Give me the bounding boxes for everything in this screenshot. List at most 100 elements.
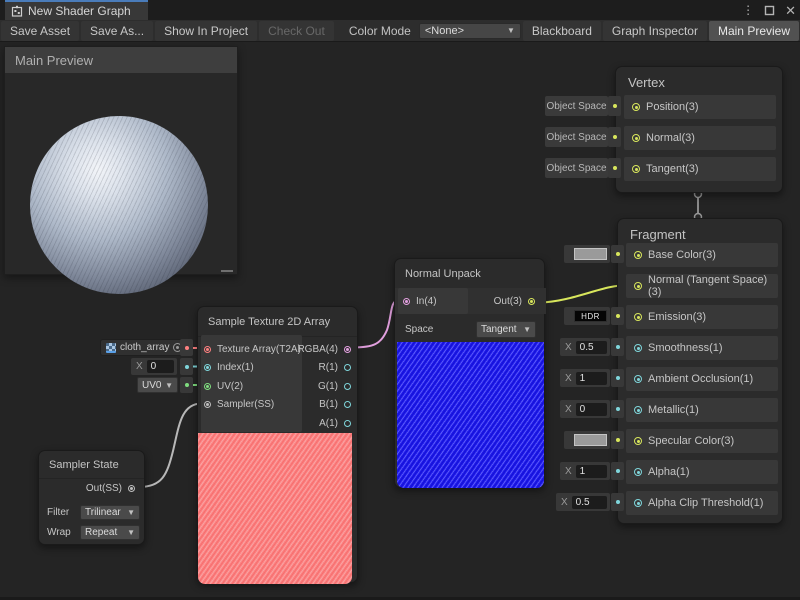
port-index[interactable] — [204, 364, 211, 371]
main-preview-toggle-button[interactable]: Main Preview — [709, 21, 799, 41]
resize-handle[interactable] — [221, 270, 233, 272]
fragment-row-alpha-clip[interactable]: Alpha Clip Threshold(1) — [626, 491, 778, 515]
ambient-occlusion-port-stub — [611, 369, 624, 387]
show-in-project-button[interactable]: Show In Project — [155, 21, 257, 41]
main-preview-header[interactable]: Main Preview — [5, 47, 237, 73]
port-sampler[interactable] — [204, 401, 211, 408]
port-uv[interactable] — [204, 383, 211, 390]
vertex-row-position[interactable]: Position(3) — [624, 95, 776, 119]
normal-unpack-in-row[interactable]: In(4) — [398, 288, 468, 314]
port-tangent[interactable] — [632, 165, 640, 173]
port-smoothness[interactable] — [634, 344, 642, 352]
tangent-space-port-stub — [608, 158, 621, 178]
position-space-selector[interactable]: Object Space — [545, 96, 608, 116]
port-texture-array[interactable] — [204, 346, 211, 353]
metallic-value-field[interactable]: X 0 — [560, 400, 610, 418]
fragment-row-ambient-occlusion[interactable]: Ambient Occlusion(1) — [626, 367, 778, 391]
fragment-row-emission[interactable]: Emission(3) — [626, 305, 778, 329]
port-normal-tangent-space[interactable] — [634, 282, 642, 290]
port-base-color[interactable] — [634, 251, 642, 259]
input-texture-array[interactable]: Texture Array(T2A) — [204, 340, 301, 358]
input-uv[interactable]: UV(2) — [204, 377, 243, 395]
node-sample-texture-2d-array[interactable]: Sample Texture 2D Array Texture Array(T2… — [197, 306, 358, 583]
normal-unpack-out-row[interactable]: Out(3) — [471, 288, 541, 314]
port-g[interactable] — [344, 383, 351, 390]
cloth-array-port-stub — [180, 339, 193, 356]
fragment-row-metallic[interactable]: Metallic(1) — [626, 398, 778, 422]
color-mode-dropdown[interactable]: <None> ▼ — [419, 23, 521, 39]
output-b[interactable]: B(1) — [301, 396, 357, 414]
tab-title: New Shader Graph — [28, 4, 131, 18]
port-ambient-occlusion[interactable] — [634, 375, 642, 383]
output-rgba[interactable]: RGBA(4) — [301, 340, 357, 358]
port-metallic[interactable] — [634, 406, 642, 414]
chevron-down-icon: ▼ — [127, 508, 135, 517]
sampler-wrap-row: Wrap Repeat ▼ — [47, 524, 140, 541]
port-out-ss[interactable] — [128, 485, 135, 492]
specular-color-swatch[interactable] — [564, 431, 610, 449]
smoothness-value-field[interactable]: X 0.5 — [560, 338, 610, 356]
input-index[interactable]: Index(1) — [204, 359, 254, 377]
uv-channel-dropdown[interactable]: UV0 ▼ — [137, 377, 178, 393]
port-b[interactable] — [344, 401, 351, 408]
shader-preview-sphere — [30, 116, 208, 294]
node-sampler-state[interactable]: Sampler State Out(SS) Filter Trilinear ▼… — [38, 450, 145, 545]
close-icon[interactable]: ✕ — [785, 4, 796, 17]
graph-inspector-toggle-button[interactable]: Graph Inspector — [603, 21, 707, 41]
vertex-row-normal[interactable]: Normal(3) — [624, 126, 776, 150]
port-specular-color[interactable] — [634, 437, 642, 445]
chevron-down-icon: ▼ — [523, 325, 531, 334]
port-in[interactable] — [403, 298, 410, 305]
port-r[interactable] — [344, 364, 351, 371]
property-cloth-array[interactable]: cloth_array — [100, 339, 188, 356]
alpha-value-field[interactable]: X 1 — [560, 462, 610, 480]
fragment-row-smoothness[interactable]: Smoothness(1) — [626, 336, 778, 360]
normal-unpack-preview — [397, 342, 544, 488]
ambient-occlusion-value-field[interactable]: X 1 — [560, 369, 610, 387]
index-port-stub — [180, 358, 193, 375]
fragment-row-alpha[interactable]: Alpha(1) — [626, 460, 778, 484]
output-a[interactable]: A(1) — [301, 414, 357, 432]
input-sampler[interactable]: Sampler(SS) — [204, 396, 274, 414]
node-vertex[interactable]: Vertex Position(3) Normal(3) Tangent(3) — [615, 66, 783, 193]
sample-texture-node-title: Sample Texture 2D Array — [198, 307, 357, 337]
base-color-swatch[interactable] — [564, 245, 610, 263]
toolbar: Save Asset Save As... Show In Project Ch… — [0, 20, 800, 42]
tangent-space-selector[interactable]: Object Space — [545, 158, 608, 178]
node-fragment[interactable]: Fragment Base Color(3) Normal (Tangent S… — [617, 218, 783, 524]
fragment-row-base-color[interactable]: Base Color(3) — [626, 243, 778, 267]
emission-color-swatch[interactable]: HDR — [564, 307, 610, 325]
save-as-button[interactable]: Save As... — [81, 21, 153, 41]
blackboard-toggle-button[interactable]: Blackboard — [523, 21, 601, 41]
fragment-row-specular-color[interactable]: Specular Color(3) — [626, 429, 778, 453]
sampler-state-out-row[interactable]: Out(SS) — [66, 478, 141, 498]
port-emission[interactable] — [634, 313, 642, 321]
port-out[interactable] — [528, 298, 535, 305]
save-asset-button[interactable]: Save Asset — [1, 21, 79, 41]
output-r[interactable]: R(1) — [301, 359, 357, 377]
graph-canvas[interactable]: Main Preview Vertex Position(3) Normal(3… — [0, 42, 800, 600]
check-out-button: Check Out — [259, 21, 334, 41]
titlebar: New Shader Graph ⋮ ✕ — [0, 0, 800, 20]
port-a[interactable] — [344, 420, 351, 427]
fragment-row-normal-ts[interactable]: Normal (Tangent Space)(3) — [626, 274, 778, 298]
wrap-dropdown[interactable]: Repeat ▼ — [80, 525, 140, 540]
port-rgba[interactable] — [344, 346, 351, 353]
maximize-icon[interactable] — [764, 5, 775, 16]
node-normal-unpack[interactable]: Normal Unpack In(4) Out(3) Space Tangent… — [394, 258, 545, 488]
tab-shader-graph[interactable]: New Shader Graph — [5, 0, 148, 20]
sampler-filter-row: Filter Trilinear ▼ — [47, 504, 140, 521]
port-position[interactable] — [632, 103, 640, 111]
kebab-menu-icon[interactable]: ⋮ — [742, 4, 754, 16]
alpha-clip-value-field[interactable]: X 0.5 — [556, 493, 610, 511]
index-value-field[interactable]: X 0 — [131, 358, 177, 375]
port-alpha[interactable] — [634, 468, 642, 476]
port-alpha-clip-threshold[interactable] — [634, 499, 642, 507]
normal-space-selector[interactable]: Object Space — [545, 127, 608, 147]
vertex-row-tangent[interactable]: Tangent(3) — [624, 157, 776, 181]
output-g[interactable]: G(1) — [301, 377, 357, 395]
space-dropdown[interactable]: Tangent ▼ — [476, 321, 536, 338]
port-normal[interactable] — [632, 134, 640, 142]
filter-dropdown[interactable]: Trilinear ▼ — [80, 505, 140, 520]
specular-color-port-stub — [611, 431, 624, 449]
